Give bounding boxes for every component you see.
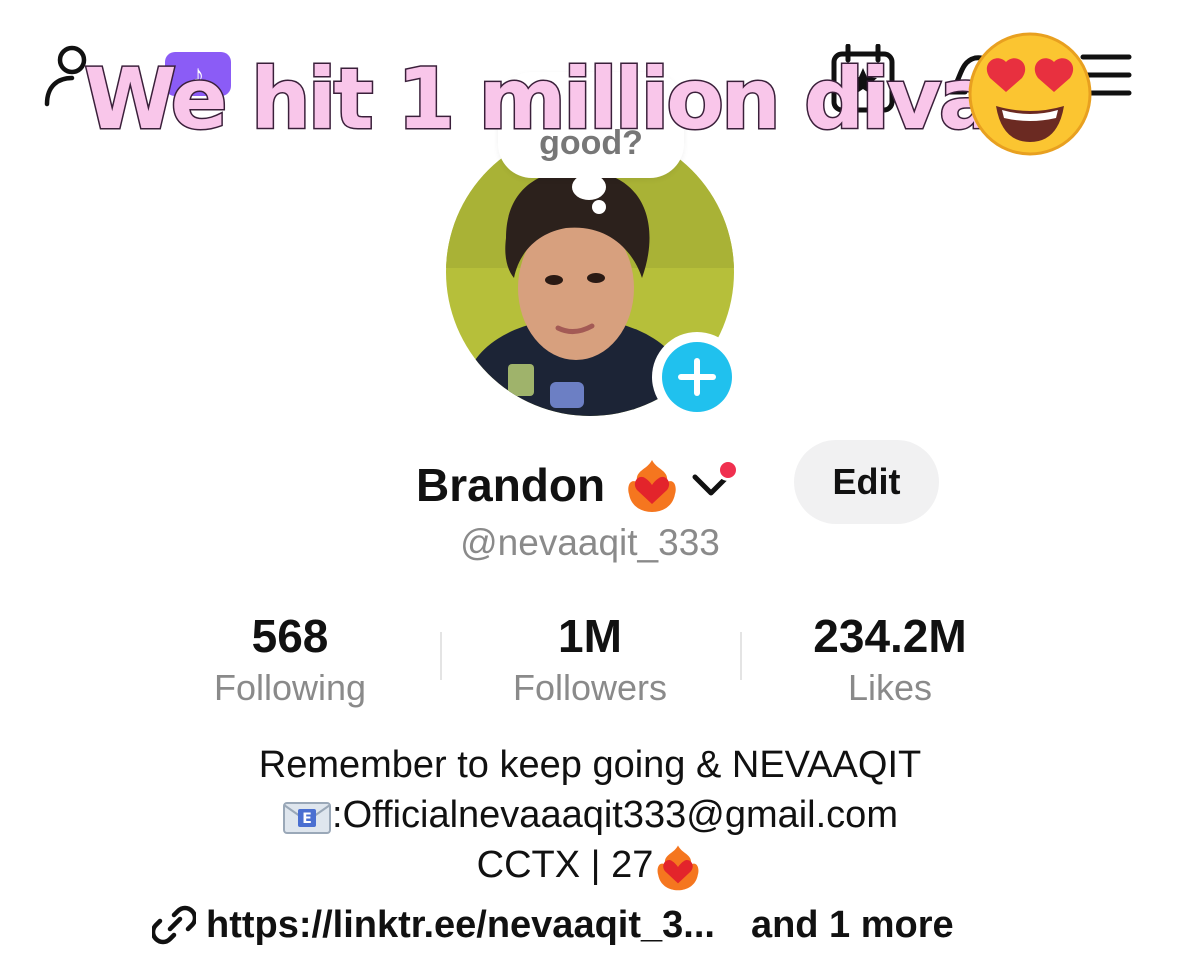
edit-profile-button[interactable]: Edit [794, 440, 939, 524]
bio-link-more[interactable]: and 1 more [751, 904, 954, 947]
stat-following[interactable]: 568 Following [140, 608, 440, 712]
link-icon [152, 905, 196, 945]
stat-value: 1M [558, 610, 622, 662]
stat-label: Followers [512, 667, 668, 708]
display-name: Brandon [416, 459, 606, 511]
stats-row: 568 Following 1M Followers 234.2M Likes [140, 608, 1040, 718]
plus-icon [662, 342, 732, 412]
account-switch-button[interactable] [689, 459, 740, 505]
bio-link-row[interactable]: https://linktr.ee/nevaaqit_3... and 1 mo… [152, 896, 954, 954]
name-row: Brandon [416, 448, 740, 522]
stat-followers[interactable]: 1M Followers [440, 608, 740, 712]
email-envelope-emoji: E [283, 801, 332, 834]
stat-value: 568 [251, 610, 329, 662]
bio-location: CCTX | 27 [476, 844, 654, 886]
bio-link-url[interactable]: https://linktr.ee/nevaaqit_3... [206, 904, 715, 947]
stat-label: Following [213, 667, 367, 708]
heart-on-fire-emoji [628, 460, 676, 512]
heart-on-fire-emoji [657, 845, 699, 891]
bio-email-line: E :Officialnevaaaqit333@gmail.com [0, 790, 1180, 840]
bio-location-line: CCTX | 27 [0, 840, 1180, 892]
thought-bubble-tail-dot [592, 200, 606, 214]
heart-eyes-emoji [968, 32, 1092, 156]
stat-label: Likes [847, 667, 933, 708]
stat-likes[interactable]: 234.2M Likes [740, 608, 1040, 712]
bio-line: Remember to keep going & NEVAAQIT [258, 744, 922, 786]
bio-email: :Officialnevaaaqit333@gmail.com [332, 794, 898, 836]
notification-dot [717, 459, 740, 481]
thought-bubble-tail [572, 174, 606, 200]
stat-value: 234.2M [813, 610, 967, 662]
username: @nevaaqit_333 [460, 522, 720, 563]
svg-text:E: E [302, 811, 312, 827]
add-photo-button[interactable] [652, 332, 742, 422]
overlay-caption: We hit 1 million divas [83, 49, 1044, 150]
